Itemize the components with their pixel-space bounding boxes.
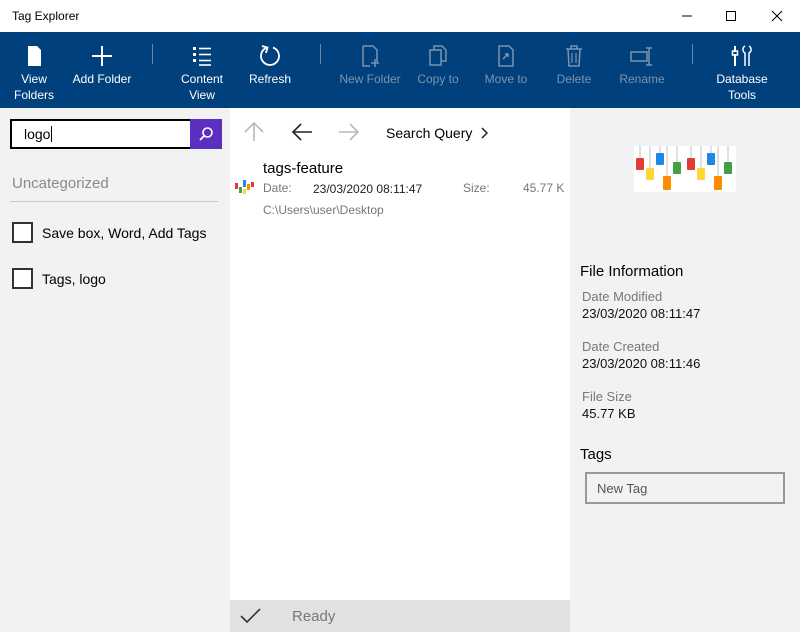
arrow-up-icon (244, 121, 264, 141)
rename-icon (630, 44, 654, 68)
details-pane: File Information Date Modified 23/03/202… (570, 108, 800, 632)
toolbar-separator (692, 44, 693, 64)
forward-button[interactable] (337, 120, 361, 144)
copy-icon (427, 44, 449, 68)
new-tag-placeholder: New Tag (597, 481, 648, 496)
trash-icon (563, 44, 585, 68)
date-created-value: 23/03/2020 08:11:46 (582, 356, 701, 371)
delete-button[interactable]: Delete (548, 32, 600, 108)
maximize-button[interactable] (708, 0, 754, 32)
file-size-value: 45.77 K (523, 181, 565, 195)
file-size-label: Size: (463, 181, 490, 195)
file-preview-image (634, 146, 736, 192)
content-view-label-2: View (189, 88, 215, 102)
tag-group-item[interactable]: Tags, logo (12, 268, 106, 289)
delete-label: Delete (556, 72, 592, 86)
breadcrumb-label: Search Query (386, 125, 473, 141)
search-icon (199, 127, 213, 141)
up-button[interactable] (242, 120, 266, 144)
window-title: Tag Explorer (12, 9, 80, 23)
file-date-value: 23/03/2020 08:11:47 (313, 182, 423, 196)
breadcrumb[interactable]: Search Query (386, 125, 489, 141)
maximize-icon (726, 11, 736, 21)
status-text: Ready (292, 608, 336, 625)
document-icon (26, 44, 42, 68)
rename-button[interactable]: Rename (614, 32, 670, 108)
back-button[interactable] (290, 120, 314, 144)
database-tools-label-2: Tools (727, 88, 756, 102)
new-folder-button[interactable]: New Folder (336, 32, 404, 108)
minimize-button[interactable] (664, 0, 710, 32)
refresh-label: Refresh (248, 72, 292, 86)
view-folders-label: View Folders (13, 72, 54, 102)
file-date-label: Date: (263, 181, 292, 195)
refresh-icon (258, 44, 282, 68)
tag-group-label: Tags, logo (42, 270, 106, 287)
new-tag-input[interactable]: New Tag (585, 472, 785, 504)
toolbar-separator (152, 44, 153, 64)
file-size-label: File Size (582, 389, 632, 404)
content-pane: Search Query tags-feature Date: 23/03/20… (230, 108, 570, 632)
file-name: tags-feature (263, 160, 344, 177)
list-icon (191, 44, 213, 68)
chevron-right-icon (481, 127, 489, 139)
refresh-button[interactable]: Refresh (240, 32, 300, 108)
copy-to-label: Copy to (417, 72, 459, 86)
tags-title: Tags (580, 446, 612, 463)
rename-label: Rename (619, 72, 665, 86)
title-bar: Tag Explorer (0, 0, 800, 32)
toolbar: View Folders Add Folder Content View Ref… (0, 32, 800, 108)
new-document-icon (359, 44, 381, 68)
move-to-button[interactable]: Move to (478, 32, 534, 108)
tools-icon (731, 44, 753, 68)
new-folder-label: New Folder (339, 72, 401, 86)
view-folders-button[interactable]: View Folders (0, 32, 68, 108)
file-info-title: File Information (580, 263, 684, 280)
file-path: C:\Users\user\Desktop (263, 203, 384, 217)
tag-group-checkbox[interactable] (12, 222, 33, 243)
move-icon (495, 44, 517, 68)
content-view-button[interactable]: Content View (172, 32, 232, 108)
file-size-value: 45.77 KB (582, 406, 636, 421)
close-button[interactable] (754, 0, 800, 32)
plus-icon (91, 44, 113, 68)
toolbar-separator (320, 44, 321, 64)
category-title: Uncategorized (12, 175, 109, 192)
search-input-value: logo (24, 126, 53, 142)
status-bar: Ready (230, 600, 570, 632)
close-icon (771, 10, 783, 22)
arrow-left-icon (291, 123, 312, 141)
tag-group-label: Save box, Word, Add Tags (42, 224, 207, 241)
add-folder-label: Add Folder (72, 72, 132, 86)
add-folder-button[interactable]: Add Folder (70, 32, 134, 108)
database-tools-button[interactable]: Database Tools (710, 32, 774, 108)
date-modified-value: 23/03/2020 08:11:47 (582, 306, 701, 321)
date-created-label: Date Created (582, 339, 660, 354)
file-item[interactable]: tags-feature Date: 23/03/2020 08:11:47 S… (230, 158, 570, 220)
date-modified-label: Date Modified (582, 289, 663, 304)
search-input[interactable]: logo (10, 119, 222, 149)
move-to-label: Move to (484, 72, 528, 86)
arrow-right-icon (339, 123, 360, 141)
content-view-label-1: Content (180, 72, 224, 86)
checkmark-icon (240, 608, 261, 624)
copy-to-button[interactable]: Copy to (410, 32, 466, 108)
minimize-icon (682, 15, 692, 17)
category-divider (10, 201, 218, 202)
search-button[interactable] (190, 119, 222, 149)
sidebar: logo Uncategorized Save box, Word, Add T… (0, 108, 230, 632)
tag-group-checkbox[interactable] (12, 268, 33, 289)
file-thumbnail-icon (235, 180, 254, 194)
tag-group-item[interactable]: Save box, Word, Add Tags (12, 222, 206, 243)
database-tools-label-1: Database (716, 72, 768, 86)
